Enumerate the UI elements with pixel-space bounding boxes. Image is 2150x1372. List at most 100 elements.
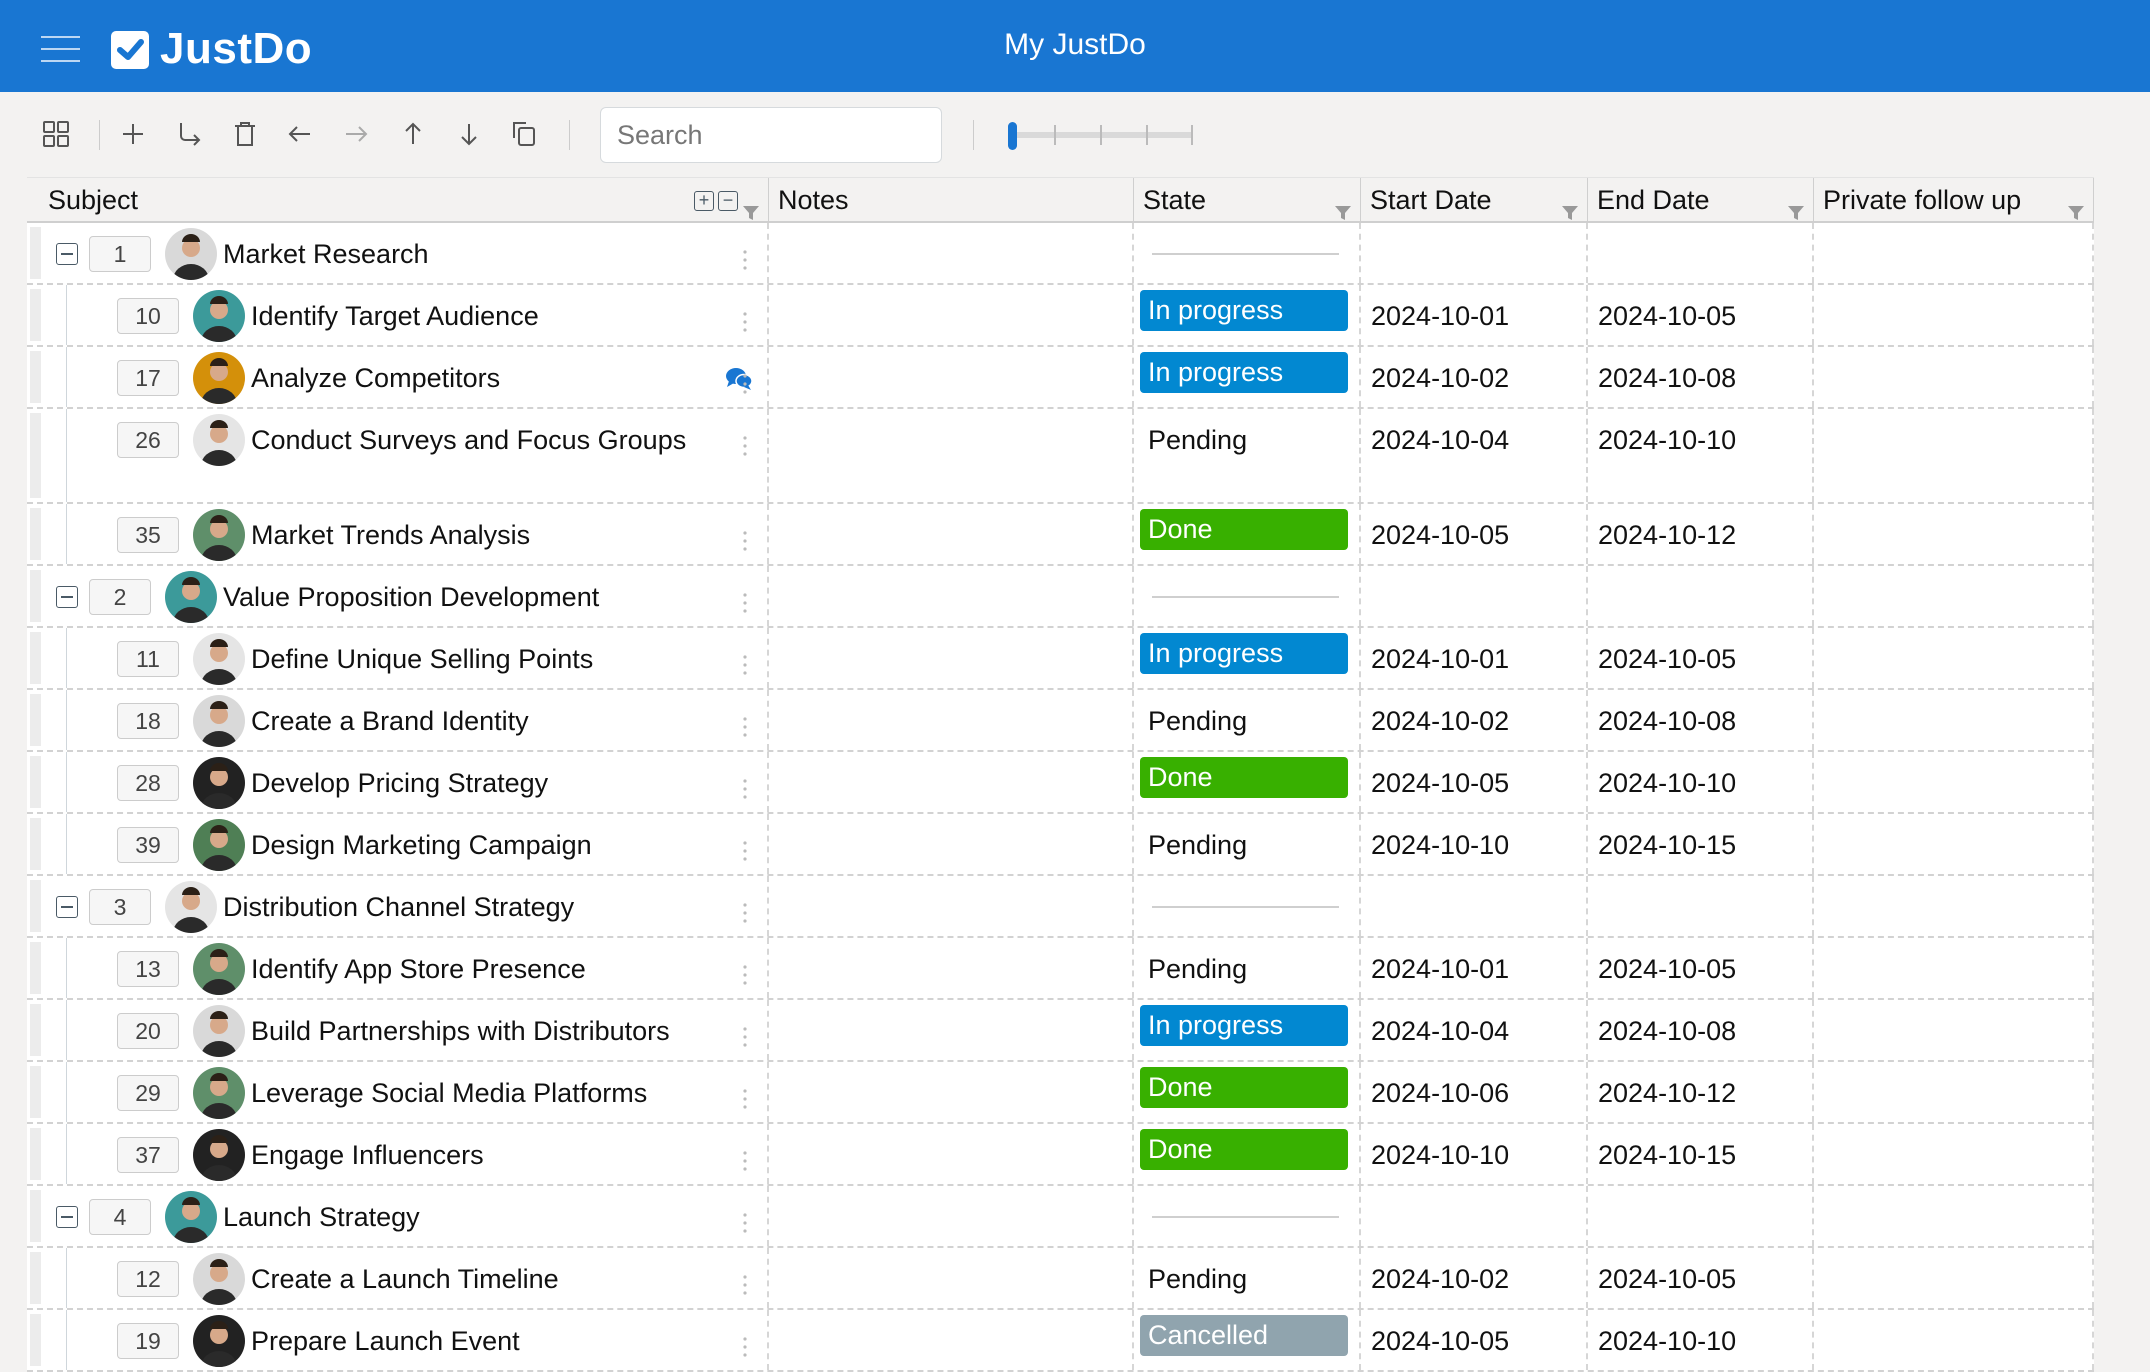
private-follow-up-cell[interactable] <box>1814 1248 2094 1308</box>
column-header-start-date[interactable]: Start Date <box>1361 178 1588 221</box>
task-id[interactable]: 11 <box>117 641 179 677</box>
subject-cell[interactable]: 11 Define Unique Selling Points <box>27 628 769 688</box>
row-drag-handle[interactable] <box>30 694 41 746</box>
task-subject[interactable]: Conduct Surveys and Focus Groups <box>251 421 707 459</box>
notes-cell[interactable] <box>769 1310 1134 1370</box>
expand-all-icon[interactable]: + <box>694 191 714 211</box>
notes-cell[interactable] <box>769 752 1134 812</box>
notes-cell[interactable] <box>769 876 1134 936</box>
task-row[interactable]: 29 Leverage Social Media Platforms Done 202… <box>27 1062 2094 1124</box>
more-options-icon[interactable] <box>743 1206 747 1233</box>
state-cell[interactable]: Done <box>1134 752 1361 812</box>
subject-cell[interactable]: 20 Build Partnerships with Distributors <box>27 1000 769 1060</box>
state-cell[interactable]: In progress <box>1134 628 1361 688</box>
arrow-right-icon[interactable] <box>340 118 372 150</box>
notes-cell[interactable] <box>769 1186 1134 1246</box>
start-date-cell[interactable]: 2024-10-02 <box>1361 347 1588 407</box>
row-drag-handle[interactable] <box>30 508 41 560</box>
more-options-icon[interactable] <box>743 710 747 737</box>
row-drag-handle[interactable] <box>30 818 41 870</box>
private-follow-up-cell[interactable] <box>1814 628 2094 688</box>
more-options-icon[interactable] <box>743 1082 747 1109</box>
subject-cell[interactable]: 26 Conduct Surveys and Focus Groups <box>27 409 769 502</box>
state-cell[interactable]: Pending <box>1134 938 1361 998</box>
row-drag-handle[interactable] <box>30 227 41 279</box>
task-row[interactable]: 35 Market Trends Analysis Done 2024-10-05 20… <box>27 504 2094 566</box>
start-date-cell[interactable] <box>1361 566 1588 626</box>
more-options-icon[interactable] <box>743 1144 747 1171</box>
collapse-all-icon[interactable]: − <box>718 191 738 211</box>
column-header-notes[interactable]: Notes <box>769 178 1134 221</box>
task-subject[interactable]: Define Unique Selling Points <box>251 640 707 678</box>
task-id[interactable]: 2 <box>89 579 151 615</box>
more-options-icon[interactable] <box>743 1020 747 1047</box>
row-drag-handle[interactable] <box>30 1314 41 1366</box>
task-id[interactable]: 10 <box>117 298 179 334</box>
task-row[interactable]: 39 Design Marketing Campaign Pending 2024-1… <box>27 814 2094 876</box>
column-header-private-follow-up[interactable]: Private follow up <box>1814 178 2094 221</box>
column-header-subject[interactable]: Subject + − <box>27 178 769 221</box>
task-subject[interactable]: Prepare Launch Event <box>251 1322 707 1360</box>
row-drag-handle[interactable] <box>30 1128 41 1180</box>
avatar[interactable] <box>193 1005 245 1057</box>
more-options-icon[interactable] <box>743 1330 747 1357</box>
row-drag-handle[interactable] <box>30 1190 41 1242</box>
notes-cell[interactable] <box>769 504 1134 564</box>
notes-cell[interactable] <box>769 938 1134 998</box>
notes-cell[interactable] <box>769 1248 1134 1308</box>
end-date-cell[interactable]: 2024-10-05 <box>1588 628 1814 688</box>
private-follow-up-cell[interactable] <box>1814 504 2094 564</box>
task-subject[interactable]: Distribution Channel Strategy <box>223 888 707 926</box>
state-cell[interactable]: In progress <box>1134 285 1361 345</box>
state-cell[interactable]: Done <box>1134 504 1361 564</box>
avatar[interactable] <box>193 633 245 685</box>
end-date-cell[interactable]: 2024-10-15 <box>1588 814 1814 874</box>
task-subject[interactable]: Value Proposition Development <box>223 578 707 616</box>
more-options-icon[interactable] <box>743 896 747 923</box>
task-id[interactable]: 18 <box>117 703 179 739</box>
end-date-cell[interactable]: 2024-10-10 <box>1588 409 1814 502</box>
avatar[interactable] <box>193 290 245 342</box>
avatar[interactable] <box>193 1253 245 1305</box>
task-row[interactable]: 20 Build Partnerships with Distributors In… <box>27 1000 2094 1062</box>
task-row[interactable]: 11 Define Unique Selling Points In progres… <box>27 628 2094 690</box>
end-date-cell[interactable]: 2024-10-08 <box>1588 690 1814 750</box>
task-row[interactable]: 37 Engage Influencers Done 2024-10-10 2024-1… <box>27 1124 2094 1186</box>
zoom-slider[interactable] <box>1008 122 1193 150</box>
private-follow-up-cell[interactable] <box>1814 938 2094 998</box>
subject-cell[interactable]: 28 Develop Pricing Strategy <box>27 752 769 812</box>
task-id[interactable]: 20 <box>117 1013 179 1049</box>
private-follow-up-cell[interactable] <box>1814 1000 2094 1060</box>
subject-cell[interactable]: 10 Identify Target Audience <box>27 285 769 345</box>
start-date-cell[interactable]: 2024-10-04 <box>1361 409 1588 502</box>
more-options-icon[interactable] <box>743 772 747 799</box>
private-follow-up-cell[interactable] <box>1814 752 2094 812</box>
private-follow-up-cell[interactable] <box>1814 814 2094 874</box>
private-follow-up-cell[interactable] <box>1814 285 2094 345</box>
end-date-cell[interactable]: 2024-10-10 <box>1588 1310 1814 1370</box>
more-options-icon[interactable] <box>743 586 747 613</box>
state-cell[interactable]: Pending <box>1134 814 1361 874</box>
collapse-icon[interactable] <box>56 586 78 608</box>
end-date-cell[interactable]: 2024-10-05 <box>1588 285 1814 345</box>
avatar[interactable] <box>193 943 245 995</box>
task-id[interactable]: 13 <box>117 951 179 987</box>
avatar[interactable] <box>193 819 245 871</box>
start-date-cell[interactable]: 2024-10-02 <box>1361 690 1588 750</box>
start-date-cell[interactable] <box>1361 876 1588 936</box>
avatar[interactable] <box>193 1067 245 1119</box>
notes-cell[interactable] <box>769 1000 1134 1060</box>
start-date-cell[interactable]: 2024-10-01 <box>1361 285 1588 345</box>
avatar[interactable] <box>193 509 245 561</box>
private-follow-up-cell[interactable] <box>1814 876 2094 936</box>
parent-task-row[interactable]: 1 Market Research <box>27 223 2094 285</box>
state-cell[interactable]: Pending <box>1134 690 1361 750</box>
task-subject[interactable]: Develop Pricing Strategy <box>251 764 707 802</box>
private-follow-up-cell[interactable] <box>1814 566 2094 626</box>
add-subtask-icon[interactable] <box>173 118 205 150</box>
filter-icon[interactable] <box>1561 191 1579 220</box>
state-cell[interactable]: In progress <box>1134 1000 1361 1060</box>
task-subject[interactable]: Create a Brand Identity <box>251 702 707 740</box>
start-date-cell[interactable] <box>1361 223 1588 283</box>
task-subject[interactable]: Design Marketing Campaign <box>251 826 707 864</box>
